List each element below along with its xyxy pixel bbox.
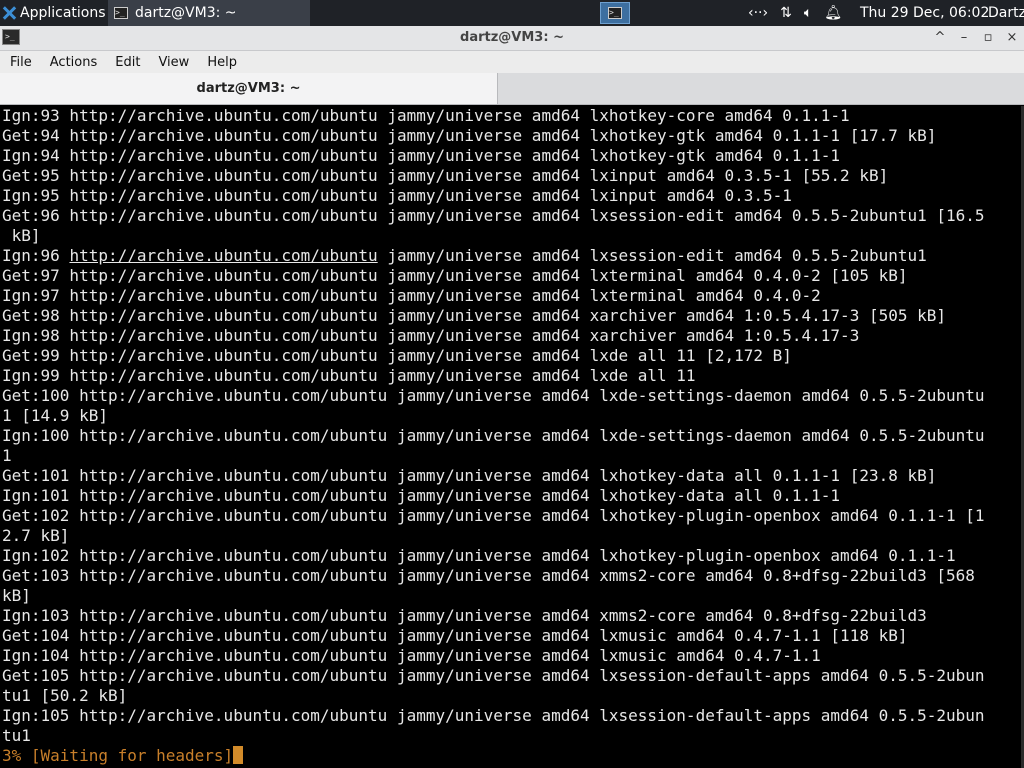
tab-bar: dartz@VM3: ~: [0, 73, 1024, 105]
user-menu[interactable]: Dartz: [988, 0, 1024, 26]
network-icon[interactable]: ‹··›: [748, 5, 768, 21]
terminal-line: Ign:98 http://archive.ubuntu.com/ubuntu …: [2, 326, 860, 345]
terminal-line: Ign:94 http://archive.ubuntu.com/ubuntu …: [2, 146, 841, 165]
apt-progress-status: 3% [Waiting for headers]: [2, 746, 234, 765]
hovered-url-link[interactable]: http://archive.ubuntu.com/ubuntu: [69, 246, 377, 265]
terminal-line: Ign:95 http://archive.ubuntu.com/ubuntu …: [2, 186, 792, 205]
terminal-line: Get:94 http://archive.ubuntu.com/ubuntu …: [2, 126, 937, 145]
terminal-line: Ign:100 http://archive.ubuntu.com/ubuntu…: [2, 426, 985, 445]
window-controls: ^ – ▫ ×: [928, 26, 1024, 50]
terminal-icon: >_: [114, 7, 128, 19]
terminal-line: Get:104 http://archive.ubuntu.com/ubuntu…: [2, 626, 908, 645]
terminal-line: Get:95 http://archive.ubuntu.com/ubuntu …: [2, 166, 889, 185]
menu-file[interactable]: File: [0, 55, 40, 70]
terminal-line: Ign:105 http://archive.ubuntu.com/ubuntu…: [2, 706, 985, 725]
tab-terminal[interactable]: dartz@VM3: ~: [0, 73, 498, 104]
taskbar-terminal-label: dartz@VM3: ~: [135, 5, 237, 21]
top-panel: Applications >_ dartz@VM3: ~ >_ ‹··› ⇅ 🔈…: [0, 0, 1024, 26]
terminal-line: Get:102 http://archive.ubuntu.com/ubuntu…: [2, 506, 985, 525]
terminal-line: 2.7 kB]: [2, 526, 70, 545]
workspace-switcher[interactable]: >_: [600, 2, 630, 24]
terminal-line: kB]: [2, 226, 41, 245]
terminal-line: 1 [14.9 kB]: [2, 406, 108, 425]
transfer-icon[interactable]: ⇅: [780, 5, 792, 21]
terminal-line: Get:96 http://archive.ubuntu.com/ubuntu …: [2, 206, 985, 225]
terminal-line: Ign:97 http://archive.ubuntu.com/ubuntu …: [2, 286, 821, 305]
minimize-button[interactable]: –: [952, 26, 976, 50]
terminal-line: Ign:102 http://archive.ubuntu.com/ubuntu…: [2, 546, 956, 565]
applications-label: Applications: [20, 5, 106, 21]
bell-icon[interactable]: 🔔︎: [824, 5, 842, 21]
terminal-line: Get:103 http://archive.ubuntu.com/ubuntu…: [2, 566, 975, 585]
menu-bar: File Actions Edit View Help: [0, 51, 1024, 73]
terminal-output[interactable]: Ign:93 http://archive.ubuntu.com/ubuntu …: [0, 106, 1024, 768]
menu-view[interactable]: View: [148, 55, 197, 70]
terminal-cursor: [233, 746, 244, 764]
menu-help[interactable]: Help: [197, 55, 245, 70]
terminal-line: tu1 [50.2 kB]: [2, 686, 128, 705]
terminal-line: Get:100 http://archive.ubuntu.com/ubuntu…: [2, 386, 985, 405]
terminal-line: 1: [2, 446, 12, 465]
terminal-line: Ign:93 http://archive.ubuntu.com/ubuntu …: [2, 106, 850, 125]
terminal-line: kB]: [2, 586, 31, 605]
clock[interactable]: Thu 29 Dec, 06:02: [860, 0, 989, 26]
terminal-line: Ign:103 http://archive.ubuntu.com/ubuntu…: [2, 606, 927, 625]
terminal-line: Get:105 http://archive.ubuntu.com/ubuntu…: [2, 666, 985, 685]
menu-edit[interactable]: Edit: [105, 55, 148, 70]
shade-button[interactable]: ^: [928, 26, 952, 50]
taskbar-terminal-button[interactable]: >_ dartz@VM3: ~: [108, 0, 310, 26]
terminal-line: Get:101 http://archive.ubuntu.com/ubuntu…: [2, 466, 937, 485]
terminal-line: Ign:104 http://archive.ubuntu.com/ubuntu…: [2, 646, 821, 665]
terminal-line: Get:99 http://archive.ubuntu.com/ubuntu …: [2, 346, 792, 365]
maximize-button[interactable]: ▫: [976, 26, 1000, 50]
volume-icon[interactable]: 🔈︎: [804, 5, 812, 21]
close-button[interactable]: ×: [1000, 26, 1024, 50]
terminal-line: tu1: [2, 726, 31, 745]
terminal-status-line: 3% [Waiting for headers]: [2, 746, 244, 766]
terminal-line: Get:97 http://archive.ubuntu.com/ubuntu …: [2, 266, 908, 285]
terminal-line: Get:98 http://archive.ubuntu.com/ubuntu …: [2, 306, 947, 325]
menu-actions[interactable]: Actions: [40, 55, 106, 70]
terminal-line-hovered-link[interactable]: Ign:96 http://archive.ubuntu.com/ubuntu …: [2, 246, 927, 266]
window-titlebar[interactable]: >_ dartz@VM3: ~ ^ – ▫ ×: [0, 26, 1024, 51]
xfce-logo-icon: [2, 6, 16, 20]
applications-menu[interactable]: Applications: [0, 0, 106, 26]
workspace-terminal-icon: >_: [608, 7, 622, 19]
window-title: dartz@VM3: ~: [460, 30, 564, 45]
terminal-line: Ign:99 http://archive.ubuntu.com/ubuntu …: [2, 366, 696, 385]
terminal-line: Ign:101 http://archive.ubuntu.com/ubuntu…: [2, 486, 841, 505]
system-tray: ‹··› ⇅ 🔈︎ 🔔︎: [748, 0, 842, 26]
